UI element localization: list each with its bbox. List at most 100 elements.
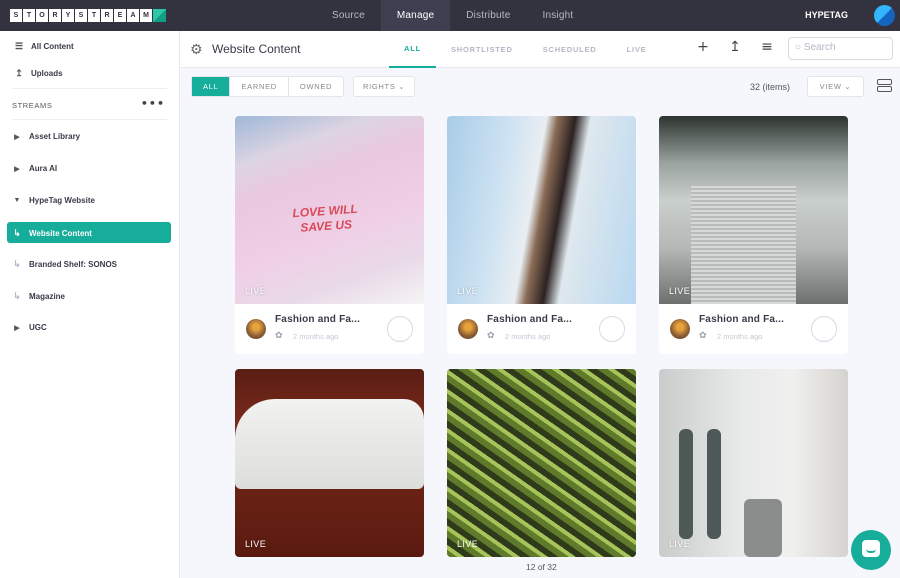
- logo-letter: R: [101, 9, 114, 22]
- filter-earned[interactable]: EARNED: [230, 77, 289, 96]
- search-icon: ○: [795, 42, 802, 53]
- content-image[interactable]: LIVE: [659, 116, 848, 304]
- card-title: Fashion and Fa...: [699, 314, 785, 325]
- content-card[interactable]: LIVE: [659, 369, 848, 557]
- sub-arrow-icon: ↳: [13, 259, 21, 269]
- sidebar-all-content[interactable]: ☰ All Content: [12, 41, 74, 52]
- content-image[interactable]: LOVE WILL SAVE US LIVE: [235, 116, 424, 304]
- sidebar-label: UGC: [29, 323, 47, 332]
- content-card[interactable]: LIVE Fashion and Fa... ✿ 2 months ago: [659, 116, 848, 354]
- sidebar-label: Branded Shelf: SONOS: [29, 260, 118, 269]
- filter-sliders-icon[interactable]: ≡: [759, 39, 775, 55]
- twitter-icon: ✿: [487, 331, 495, 341]
- live-badge: LIVE: [669, 286, 691, 296]
- sidebar-label: All Content: [31, 42, 74, 51]
- layout-toggle-icon[interactable]: [877, 79, 892, 93]
- pagination-status: 12 of 32: [526, 562, 557, 572]
- card-title: Fashion and Fa...: [487, 314, 573, 325]
- content-image[interactable]: LIVE: [235, 369, 424, 557]
- nav-manage[interactable]: Manage: [380, 0, 451, 31]
- rights-dropdown[interactable]: RIGHTS ⌄: [353, 76, 416, 97]
- content-card[interactable]: LIVE: [235, 369, 424, 557]
- account-avatar[interactable]: [874, 5, 895, 26]
- chevron-down-icon: ⌄: [844, 82, 852, 91]
- sidebar-label: Asset Library: [29, 132, 81, 141]
- content-card[interactable]: LIVE: [447, 369, 636, 557]
- sidebar-label: Aura AI: [29, 164, 58, 173]
- sidebar-uploads[interactable]: ↥ Uploads: [12, 68, 62, 79]
- sidebar-item-branded-shelf[interactable]: ↳ Branded Shelf: SONOS: [10, 259, 117, 270]
- logo-letter: T: [88, 9, 101, 22]
- search-placeholder: Search: [803, 42, 836, 53]
- status-tabs: ALL SHORTLISTED SCHEDULED LIVE: [389, 31, 661, 68]
- logo-letter: T: [23, 9, 36, 22]
- content-card[interactable]: LIVE Fashion and Fa... ✿ 2 months ago: [447, 116, 636, 354]
- chat-button[interactable]: [851, 530, 891, 570]
- live-badge: LIVE: [669, 539, 691, 549]
- logo-letter: A: [127, 9, 140, 22]
- tab-all[interactable]: ALL: [389, 31, 436, 68]
- account-name[interactable]: HYPETAG: [805, 10, 848, 20]
- divider: [12, 88, 167, 89]
- search-input[interactable]: ○ Search: [788, 37, 893, 60]
- upload-icon[interactable]: ↥: [727, 39, 743, 55]
- sidebar-item-asset-library[interactable]: ▶ Asset Library: [10, 132, 80, 141]
- content-image[interactable]: LIVE: [659, 369, 848, 557]
- storystream-logo[interactable]: STORYSTREAM: [10, 9, 166, 22]
- sidebar: ☰ All Content ↥ Uploads STREAMS ••• ▶ Asset…: [0, 31, 180, 578]
- caret-down-icon: ▼: [13, 197, 21, 204]
- logo-letter: S: [10, 9, 23, 22]
- card-meta: Fashion and Fa... ✿ 2 months ago: [235, 304, 424, 354]
- filter-owned[interactable]: OWNED: [289, 77, 343, 96]
- speaker-shape: [691, 184, 796, 304]
- filter-toolbar: ALL EARNED OWNED RIGHTS ⌄ 32 (items) VIE…: [180, 68, 900, 104]
- card-time: 2 months ago: [717, 332, 763, 341]
- sidebar-label: Website Content: [29, 229, 92, 238]
- page-title: Website Content: [212, 42, 301, 56]
- sub-arrow-icon: ↳: [13, 228, 21, 238]
- speaker-shape: [744, 499, 782, 557]
- rights-label: RIGHTS: [363, 82, 396, 91]
- caret-right-icon: ▶: [14, 165, 20, 173]
- divider: [12, 119, 167, 120]
- content-image[interactable]: LIVE: [447, 116, 636, 304]
- view-dropdown[interactable]: VIEW ⌄: [807, 76, 864, 97]
- sidebar-item-magazine[interactable]: ↳ Magazine: [10, 291, 65, 302]
- twitter-icon: ✿: [275, 331, 283, 341]
- twitter-icon: ✿: [699, 331, 707, 341]
- card-time: 2 months ago: [293, 332, 339, 341]
- logo-letter: R: [49, 9, 62, 22]
- nav-distribute[interactable]: Distribute: [450, 0, 526, 31]
- sidebar-item-aura-ai[interactable]: ▶ Aura AI: [10, 164, 57, 173]
- card-meta: Fashion and Fa... ✿ 2 months ago: [447, 304, 636, 354]
- nav-source[interactable]: Source: [316, 0, 381, 31]
- item-count: 32 (items): [750, 82, 791, 92]
- content-card[interactable]: LOVE WILL SAVE US LIVE Fashion and Fa... …: [235, 116, 424, 354]
- select-checkbox[interactable]: [387, 316, 413, 342]
- card-title: Fashion and Fa...: [275, 314, 361, 325]
- sidebar-item-ugc[interactable]: ▶ UGC: [10, 323, 47, 332]
- content-image[interactable]: LIVE: [447, 369, 636, 557]
- shirt-print: LOVE WILL SAVE US: [292, 201, 359, 235]
- logo-letter: E: [114, 9, 127, 22]
- sidebar-item-website-content[interactable]: ↳ Website Content: [7, 222, 171, 243]
- add-icon[interactable]: +: [695, 39, 711, 55]
- sidebar-item-hypetag-website[interactable]: ▼ HypeTag Website: [10, 196, 95, 205]
- upload-icon: ↥: [15, 68, 23, 78]
- more-icon[interactable]: •••: [141, 97, 165, 110]
- select-checkbox[interactable]: [811, 316, 837, 342]
- tab-live[interactable]: LIVE: [612, 31, 662, 68]
- top-bar: STORYSTREAM Source Manage Distribute Ins…: [0, 0, 900, 31]
- gear-icon[interactable]: ⚙: [190, 42, 203, 58]
- caret-right-icon: ▶: [14, 133, 20, 141]
- filter-all[interactable]: ALL: [192, 77, 231, 96]
- author-avatar: [246, 319, 266, 339]
- sub-arrow-icon: ↳: [13, 291, 21, 301]
- select-checkbox[interactable]: [599, 316, 625, 342]
- logo-letter: S: [75, 9, 88, 22]
- nav-insight[interactable]: Insight: [526, 0, 589, 31]
- sneaker-shape: [235, 399, 424, 489]
- tab-scheduled[interactable]: SCHEDULED: [528, 31, 612, 68]
- tab-shortlisted[interactable]: SHORTLISTED: [436, 31, 528, 68]
- live-badge: LIVE: [245, 539, 267, 549]
